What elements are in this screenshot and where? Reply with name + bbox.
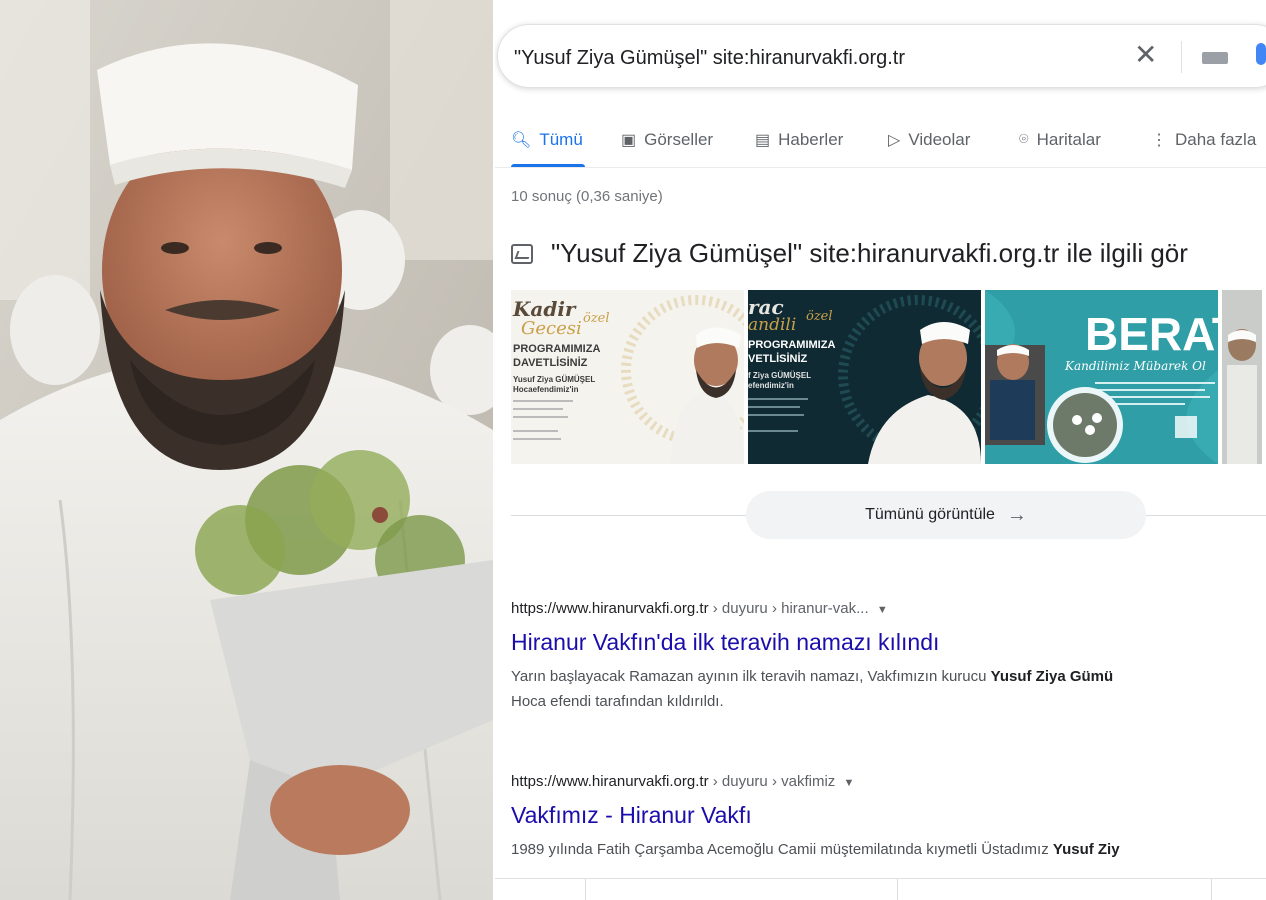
thumb-subtitle: Kandilimiz Mübarek Ol [1064, 359, 1206, 373]
thumb-line: f Ziya GÜMÜŞEL [748, 371, 811, 380]
close-icon[interactable]: ✕ [1134, 41, 1157, 69]
chevron-down-icon[interactable]: ▼ [877, 604, 888, 616]
result-snippet: 1989 yılında Fatih Çarşamba Acemoğlu Cam… [511, 837, 1266, 862]
thumb-tag: özel [583, 311, 610, 326]
thumb-line: PROGRAMIMIZA [513, 343, 600, 355]
result-title-link[interactable]: Vakfımız - Hiranur Vakfı [511, 802, 1266, 829]
tab-label: Daha fazla [1175, 130, 1257, 149]
image-thumbnail[interactable]: Kadir Gecesi özel PROGRAMIMIZA DAVETLİSİ… [511, 290, 744, 464]
image-icon: ▣ [621, 132, 637, 149]
search-bar[interactable]: "Yusuf Ziya Gümüşel" site:hiranurvakfi.o… [497, 24, 1266, 88]
image-thumbnail[interactable]: BERAT Kandilimiz Mübarek Ol [985, 290, 1218, 464]
tab-all[interactable]: 🔍︎ Tümü [511, 130, 583, 150]
snippet-text: Yarın başlayacak Ramazan ayının ilk tera… [511, 668, 991, 685]
search-tabs: 🔍︎ Tümü ▣ Görseller ▤ Haberler ▷ Videola… [511, 130, 1266, 170]
result-url[interactable]: https://www.hiranurvakfi.org.tr › duyuru… [511, 773, 1266, 790]
chevron-down-icon[interactable]: ▼ [843, 777, 854, 789]
bottom-divider [1211, 879, 1212, 900]
tab-label: Tümü [539, 130, 583, 149]
image-thumbnail[interactable] [1222, 290, 1262, 464]
result-url[interactable]: https://www.hiranurvakfi.org.tr › duyuru… [511, 600, 1266, 617]
thumb-line: VETLİSİNİZ [748, 352, 808, 365]
tab-images[interactable]: ▣ Görseller [621, 130, 713, 150]
tab-label: Görseller [644, 130, 714, 149]
search-bar-divider [1181, 41, 1182, 73]
bottom-divider [897, 879, 898, 900]
snippet-text: Hoca efendi tarafından kıldırıldı. [511, 693, 724, 710]
bottom-bar [495, 878, 1266, 900]
image-icon [511, 243, 533, 264]
thumb-line: efendimiz'in [748, 381, 794, 390]
snippet-highlight: Yusuf Ziy [1052, 841, 1120, 858]
result-url-base: https://www.hiranurvakfi.org.tr [511, 600, 709, 617]
result-url-base: https://www.hiranurvakfi.org.tr [511, 773, 709, 790]
search-results-page: "Yusuf Ziya Gümüşel" site:hiranurvakfi.o… [495, 0, 1266, 900]
tab-label: Haberler [778, 130, 844, 149]
view-all-label: Tümünü görüntüle [865, 506, 995, 523]
snippet-text: 1989 yılında Fatih Çarşamba Acemoğlu Cam… [511, 841, 1053, 858]
thumb-line: Yusuf Ziya GÜMÜŞEL [513, 375, 595, 384]
result-url-path: › duyuru › vakfimiz [708, 773, 836, 790]
man-with-flowers-photo [0, 0, 493, 900]
video-icon: ▷ [888, 132, 901, 149]
thumb-line: DAVETLİSİNİZ [513, 356, 588, 369]
result-snippet: Yarın başlayacak Ramazan ayının ilk tera… [511, 664, 1266, 714]
tab-label: Videolar [908, 130, 971, 149]
tab-videos[interactable]: ▷ Videolar [888, 130, 970, 150]
more-vert-icon: ⋮ [1151, 132, 1167, 149]
snippet-highlight: Yusuf Ziya Gümü [990, 668, 1114, 685]
news-icon: ▤ [755, 132, 771, 149]
thumb-tag: özel [806, 309, 833, 324]
tab-news[interactable]: ▤ Haberler [755, 130, 843, 150]
thumb-subtitle: Gecesi [521, 318, 582, 339]
thumb-subtitle: andili [748, 315, 796, 335]
search-input[interactable]: "Yusuf Ziya Gümüşel" site:hiranurvakfi.o… [514, 47, 905, 70]
bottom-divider [585, 879, 586, 900]
microphone-icon[interactable] [1256, 43, 1266, 65]
result-url-path: › duyuru › hiranur-vak... [708, 600, 869, 617]
images-heading-text: "Yusuf Ziya Gümüşel" site:hiranurvakfi.o… [551, 238, 1188, 268]
tabs-divider [495, 167, 1266, 168]
result-stats: 10 sonuç (0,36 saniye) [511, 188, 663, 205]
map-pin-icon: ⌾ [1019, 131, 1029, 148]
image-thumbnails: Kadir Gecesi özel PROGRAMIMIZA DAVETLİSİ… [511, 290, 1262, 464]
keyboard-icon[interactable] [1202, 52, 1228, 64]
thumb-title: BERAT [1085, 308, 1218, 360]
arrow-right-icon: → [1006, 503, 1027, 526]
thumb-line: Hocaefendimiz'in [513, 385, 579, 394]
search-result: https://www.hiranurvakfi.org.tr › duyuru… [511, 773, 1266, 862]
tab-more[interactable]: ⋮ Daha fazla [1151, 130, 1256, 150]
tab-maps[interactable]: ⌾ Haritalar [1019, 130, 1101, 150]
result-title-link[interactable]: Hiranur Vakfın'da ilk teravih namazı kıl… [511, 629, 1266, 656]
images-section-heading: "Yusuf Ziya Gümüşel" site:hiranurvakfi.o… [511, 238, 1188, 269]
search-result: https://www.hiranurvakfi.org.tr › duyuru… [511, 600, 1266, 714]
image-thumbnail[interactable]: rac andili özel PROGRAMIMIZA VETLİSİNİZ … [748, 290, 981, 464]
search-icon: 🔍︎ [511, 132, 532, 149]
thumb-line: PROGRAMIMIZA [748, 339, 835, 351]
view-all-button[interactable]: Tümünü görüntüle → [746, 491, 1146, 539]
tab-label: Haritalar [1036, 130, 1101, 149]
